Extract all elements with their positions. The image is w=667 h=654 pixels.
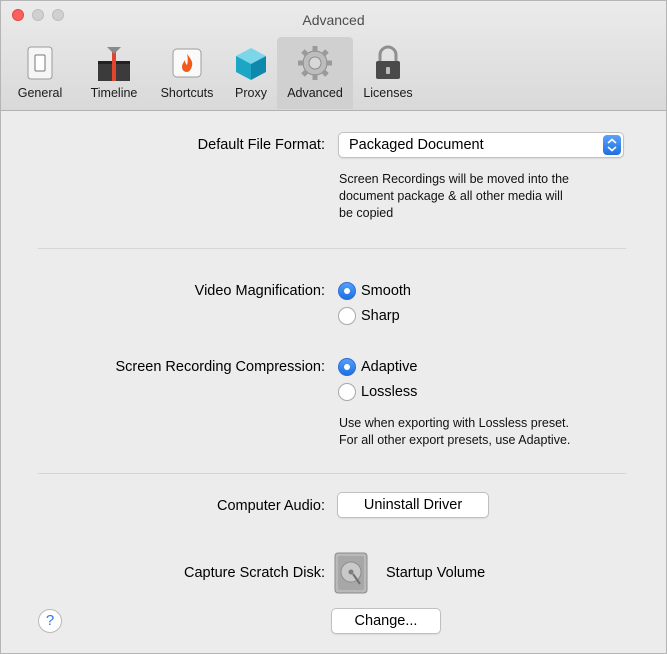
tab-shortcuts-label: Shortcuts	[160, 86, 214, 100]
popup-stepper-icon	[603, 135, 621, 155]
default-file-format-value: Packaged Document	[349, 137, 484, 153]
advanced-gear-icon	[298, 46, 332, 80]
tab-shortcuts[interactable]: Shortcuts	[151, 37, 223, 109]
lossless-radio-label[interactable]: Lossless	[361, 383, 417, 401]
tab-proxy[interactable]: Proxy	[227, 37, 275, 109]
section-divider	[38, 473, 626, 474]
tab-timeline-label: Timeline	[90, 86, 138, 100]
compression-note-line-1: Use when exporting with Lossless preset.	[339, 416, 569, 430]
preferences-window: Advanced General Timeline Shortcuts Prox…	[0, 0, 667, 654]
computer-audio-label: Computer Audio:	[216, 498, 325, 514]
default-file-format-note-line-2: document package & all other media will	[339, 189, 563, 203]
adaptive-radio[interactable]	[338, 358, 356, 376]
shortcuts-flame-icon	[172, 48, 202, 78]
uninstall-driver-button[interactable]: Uninstall Driver	[337, 492, 489, 518]
tab-general-label: General	[17, 86, 63, 100]
help-button[interactable]: ?	[38, 609, 62, 633]
toolbar: Advanced General Timeline Shortcuts Prox…	[1, 1, 666, 111]
default-file-format-note-line-3: be copied	[339, 206, 394, 220]
default-file-format-note-line-1: Screen Recordings will be moved into the	[339, 172, 569, 186]
tab-licenses[interactable]: Licenses	[355, 37, 421, 109]
advanced-settings-pane: Default File Format: Packaged Document S…	[1, 111, 666, 653]
sharp-radio-label[interactable]: Sharp	[361, 307, 400, 325]
lossless-radio[interactable]	[338, 383, 356, 401]
capture-scratch-disk-label: Capture Scratch Disk:	[183, 565, 325, 581]
general-switch-icon	[27, 46, 53, 80]
adaptive-radio-label[interactable]: Adaptive	[361, 358, 417, 376]
video-magnification-label: Video Magnification:	[194, 283, 325, 299]
tab-general[interactable]: General	[15, 37, 65, 109]
screen-recording-compression-label: Screen Recording Compression:	[115, 359, 325, 375]
compression-note-line-2: For all other export presets, use Adapti…	[339, 433, 571, 447]
tab-advanced[interactable]: Advanced	[277, 37, 353, 109]
sharp-radio[interactable]	[338, 307, 356, 325]
smooth-radio[interactable]	[338, 282, 356, 300]
window-title: Advanced	[302, 12, 365, 28]
tab-proxy-label: Proxy	[235, 86, 267, 100]
scratch-disk-name: Startup Volume	[386, 565, 486, 581]
section-divider	[38, 248, 626, 249]
hard-disk-icon	[334, 552, 368, 594]
tab-licenses-label: Licenses	[363, 86, 413, 100]
default-file-format-label: Default File Format:	[197, 137, 325, 153]
timeline-icon	[98, 47, 130, 81]
default-file-format-popup[interactable]: Packaged Document	[338, 132, 624, 158]
proxy-cube-icon	[236, 48, 266, 80]
change-disk-button[interactable]: Change...	[331, 608, 441, 634]
tab-advanced-label: Advanced	[287, 86, 343, 100]
licenses-lock-icon	[376, 45, 400, 79]
tab-timeline[interactable]: Timeline	[79, 37, 149, 109]
smooth-radio-label[interactable]: Smooth	[361, 282, 411, 300]
